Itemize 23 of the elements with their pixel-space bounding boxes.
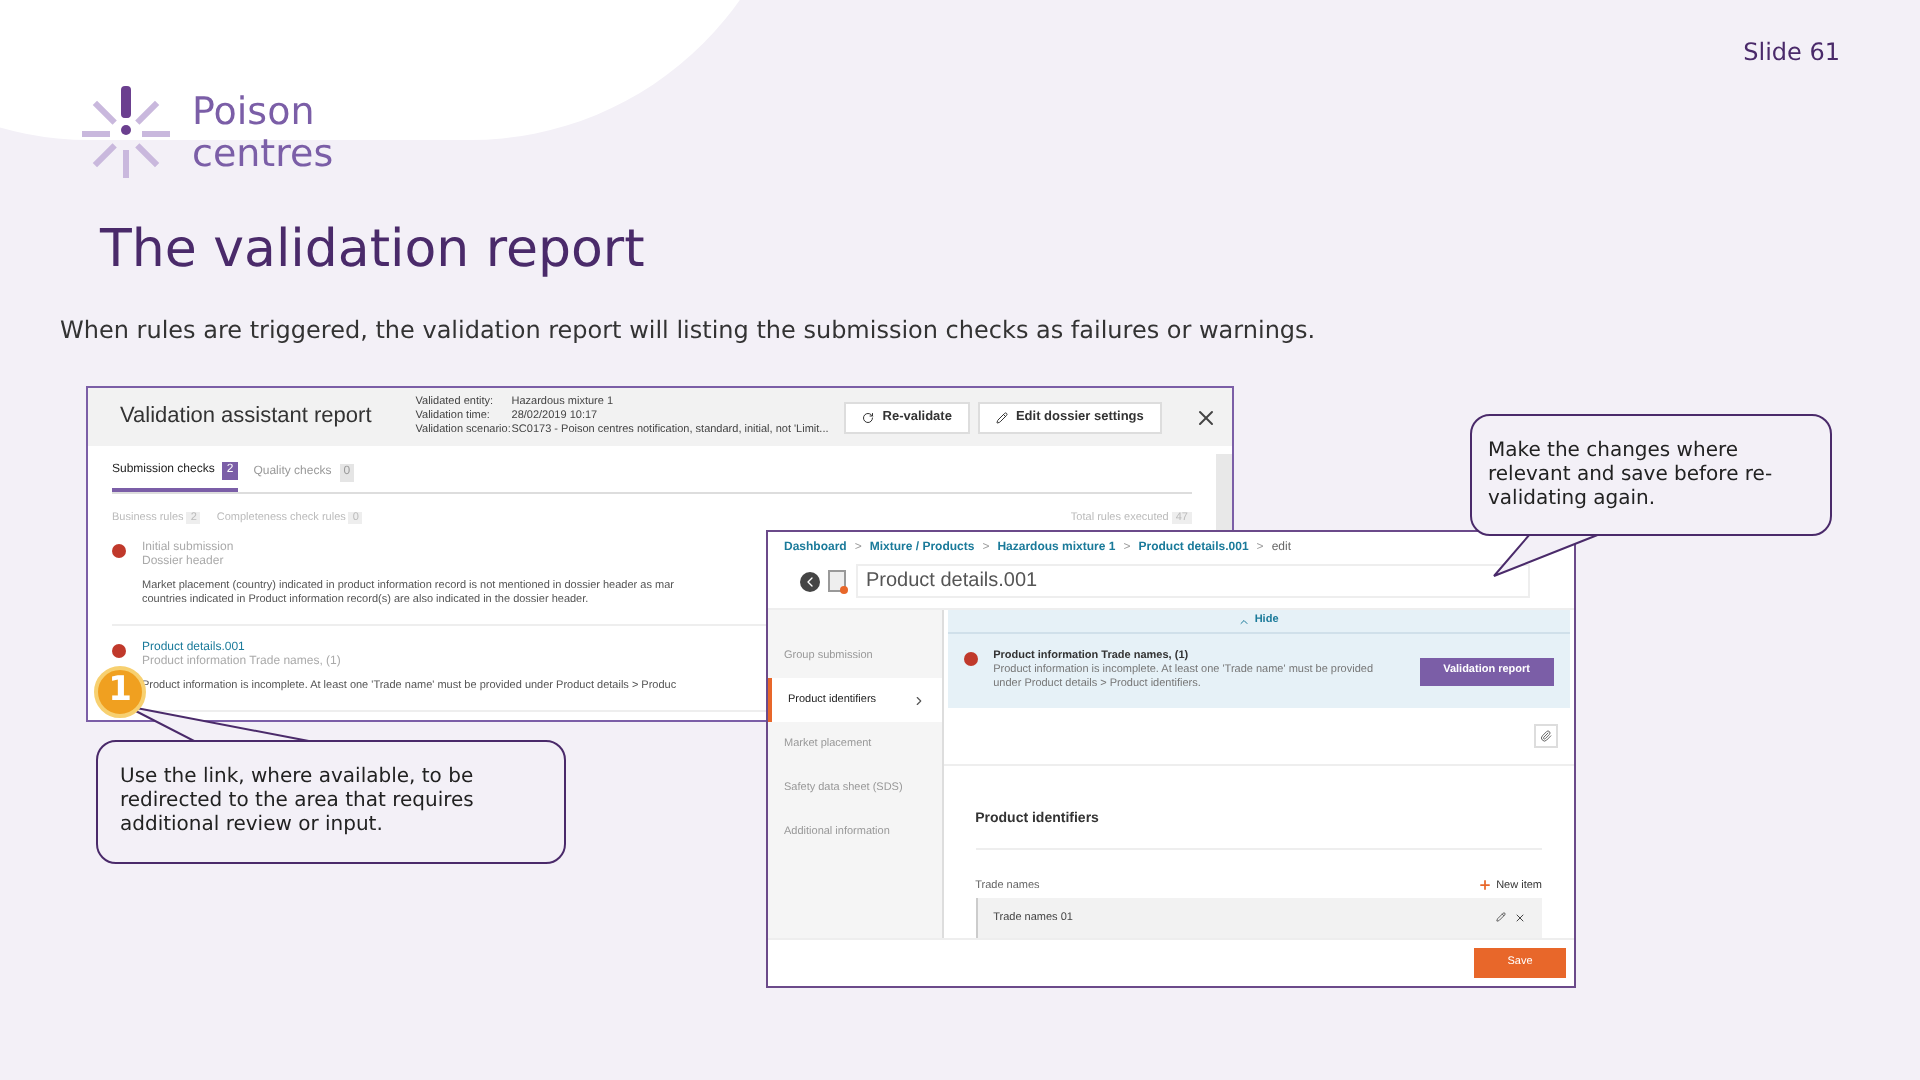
pencil-icon[interactable] — [1496, 912, 1506, 923]
logo-text: Poison centres — [192, 92, 334, 176]
plus-icon — [1478, 878, 1493, 893]
error-icon — [112, 644, 126, 659]
report-title: Validation assistant report — [120, 402, 372, 433]
title-field[interactable]: Product details.001 — [856, 564, 1530, 598]
close-button[interactable] — [1193, 405, 1218, 429]
chevron-up-icon — [1238, 615, 1251, 627]
error-icon — [963, 652, 978, 666]
attachment-button[interactable] — [1534, 724, 1558, 748]
chevron-icon — [911, 693, 926, 707]
scrollbar[interactable] — [1216, 454, 1232, 534]
pencil-icon — [995, 411, 1008, 423]
logo-icon — [76, 84, 176, 184]
document-icon — [828, 569, 848, 593]
slide-number: Slide 61 — [1743, 36, 1840, 70]
intro-text: When rules are triggered, the validation report will listing the submission checks as failures or warnings. — [60, 314, 1316, 348]
back-icon[interactable] — [800, 571, 820, 591]
paperclip-icon — [1540, 730, 1552, 742]
slide-title: The validation report — [100, 218, 645, 284]
delete-icon[interactable] — [1514, 911, 1526, 924]
refresh-icon — [862, 411, 875, 423]
error-icon — [112, 544, 126, 559]
